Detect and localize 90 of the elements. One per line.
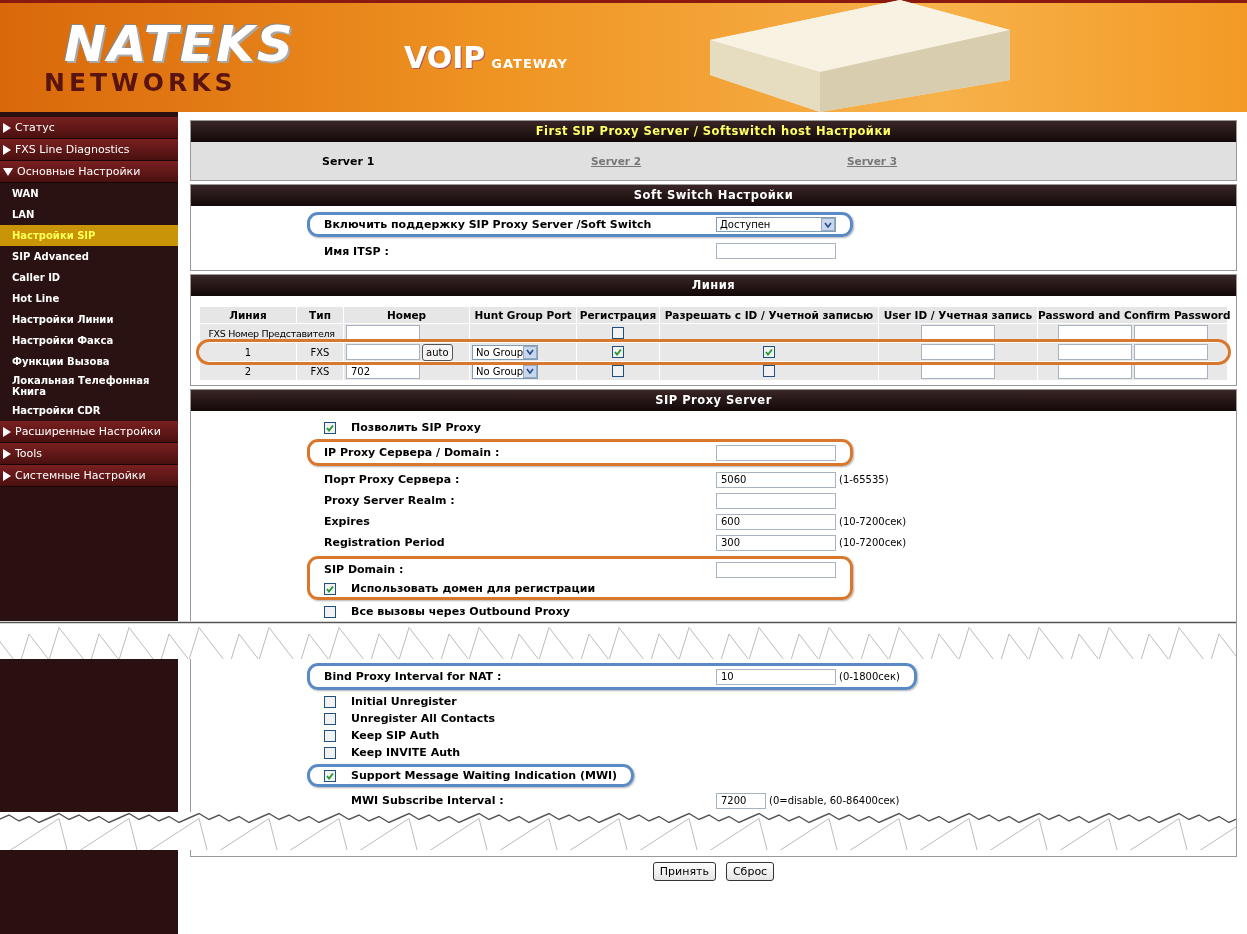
section-header: SIP Proxy Server xyxy=(191,390,1236,411)
checkbox[interactable] xyxy=(324,712,336,725)
field-label: Включить поддержку SIP Proxy Server /Soft Switch xyxy=(324,218,653,231)
product-subtitle: GATEWAY xyxy=(491,56,568,71)
sidebar-section[interactable]: Системные Настройки xyxy=(0,465,178,487)
input-field[interactable]: 600 xyxy=(716,513,836,530)
confirm-password-field[interactable] xyxy=(1133,344,1208,360)
password-field[interactable] xyxy=(1057,363,1132,379)
field-label: Порт Proxy Сервера : xyxy=(324,473,461,486)
section-header: Линия xyxy=(191,275,1236,296)
sidebar-section[interactable]: FXS Line Diagnostics xyxy=(0,139,178,161)
column-header: User ID / Учетная запись xyxy=(879,307,1037,323)
checkbox[interactable] xyxy=(324,421,336,434)
input-field[interactable] xyxy=(716,492,836,509)
checkbox[interactable] xyxy=(324,729,336,742)
checkbox[interactable] xyxy=(324,605,336,618)
input-field[interactable]: 10 xyxy=(716,668,836,685)
field-label: Bind Proxy Interval for NAT : xyxy=(324,670,503,683)
field-label: Expires xyxy=(324,515,371,528)
checkbox[interactable] xyxy=(324,695,336,708)
page-title-bar: First SIP Proxy Server / Softswitch host Настройки xyxy=(191,121,1236,142)
column-header: Линия xyxy=(200,307,296,323)
select-field[interactable]: Доступен xyxy=(716,217,836,232)
checkbox[interactable] xyxy=(763,346,775,358)
input-field[interactable] xyxy=(921,325,995,341)
form-button[interactable]: Сброс xyxy=(725,862,775,881)
table-cell: 1 xyxy=(200,343,296,361)
table-cell: FXS xyxy=(297,343,343,361)
input-field[interactable] xyxy=(716,444,836,461)
input-field[interactable] xyxy=(346,344,420,360)
column-header: Номер xyxy=(344,307,469,323)
range-hint: (10-7200сек) xyxy=(839,537,907,548)
range-hint: (0-1800сек) xyxy=(839,671,900,682)
sidebar-section[interactable]: Расширенные Настройки xyxy=(0,421,178,443)
logo-title: NATEKS xyxy=(64,18,296,69)
field-label: SIP Domain : xyxy=(324,563,405,576)
checkbox[interactable] xyxy=(612,346,624,358)
field-label: Proxy Server Realm : xyxy=(324,494,456,507)
input-field[interactable]: 702 xyxy=(346,363,420,379)
checkbox[interactable] xyxy=(612,327,624,339)
sidebar-section[interactable]: Основные Настройки xyxy=(0,161,178,183)
server-tab[interactable]: Server 1 xyxy=(322,154,591,168)
caret-icon xyxy=(523,345,537,359)
field-label: IP Proxy Сервера / Domain : xyxy=(324,446,501,459)
input-field[interactable]: 300 xyxy=(716,534,836,551)
field-label: Имя ITSP : xyxy=(324,244,390,258)
checkbox[interactable] xyxy=(324,582,336,595)
input-field[interactable] xyxy=(921,344,995,360)
range-hint: (10-7200сек) xyxy=(839,516,907,527)
range-hint: (0=disable, 60-86400сек) xyxy=(769,795,900,806)
input-field[interactable] xyxy=(716,561,836,578)
confirm-password-field[interactable] xyxy=(1133,325,1208,341)
auto-button[interactable]: auto xyxy=(422,343,453,361)
checkbox[interactable] xyxy=(763,365,775,377)
sidebar-section[interactable]: Статус xyxy=(0,117,178,139)
select-field[interactable]: No Group xyxy=(472,344,538,360)
field-label: Registration Period xyxy=(324,536,446,549)
field-label: MWI Subscribe Interval : xyxy=(350,794,505,807)
checkbox-label: Support Message Waiting Indication (MWI) xyxy=(351,769,618,782)
input-field[interactable]: 7200 xyxy=(716,792,766,809)
checkbox-label: Использовать домен для регистрации xyxy=(351,582,596,595)
triangle-icon xyxy=(3,167,13,176)
checkbox-label: Все вызовы через Outbound Proxy xyxy=(351,605,570,618)
checkbox[interactable] xyxy=(324,769,336,782)
checkbox-label: Initial Unregister xyxy=(351,695,457,708)
checkbox-label: Unregister All Contacts xyxy=(351,712,496,725)
checkbox[interactable] xyxy=(324,746,336,759)
column-header: Разрешать с ID / Учетной записью xyxy=(660,307,878,323)
password-field[interactable] xyxy=(1057,325,1132,341)
input-field[interactable] xyxy=(346,325,420,341)
confirm-password-field[interactable] xyxy=(1133,363,1208,379)
sidebar-section[interactable]: Tools xyxy=(0,443,178,465)
logo-subtitle: NETWORKS xyxy=(44,68,238,97)
range-hint: (1-65535) xyxy=(839,474,889,485)
section-header: Soft Switch Настройки xyxy=(191,185,1236,206)
column-header: Тип xyxy=(297,307,343,323)
product-title: VOIP xyxy=(404,40,486,75)
checkbox-label: Позволить SIP Proxy xyxy=(351,421,481,434)
checkbox[interactable] xyxy=(612,365,624,377)
password-field[interactable] xyxy=(1057,344,1132,360)
checkbox-label: Keep INVITE Auth xyxy=(351,746,461,759)
input-field[interactable]: 5060 xyxy=(716,471,836,488)
caret-icon xyxy=(821,218,835,231)
checkbox-label: Keep SIP Auth xyxy=(351,729,440,742)
triangle-icon xyxy=(3,470,11,481)
form-button[interactable]: Принять xyxy=(652,862,716,881)
column-header: Регистрация xyxy=(577,307,659,323)
column-header: Hunt Group Port xyxy=(470,307,576,323)
input-field[interactable] xyxy=(921,363,995,379)
input-field[interactable] xyxy=(716,243,836,259)
